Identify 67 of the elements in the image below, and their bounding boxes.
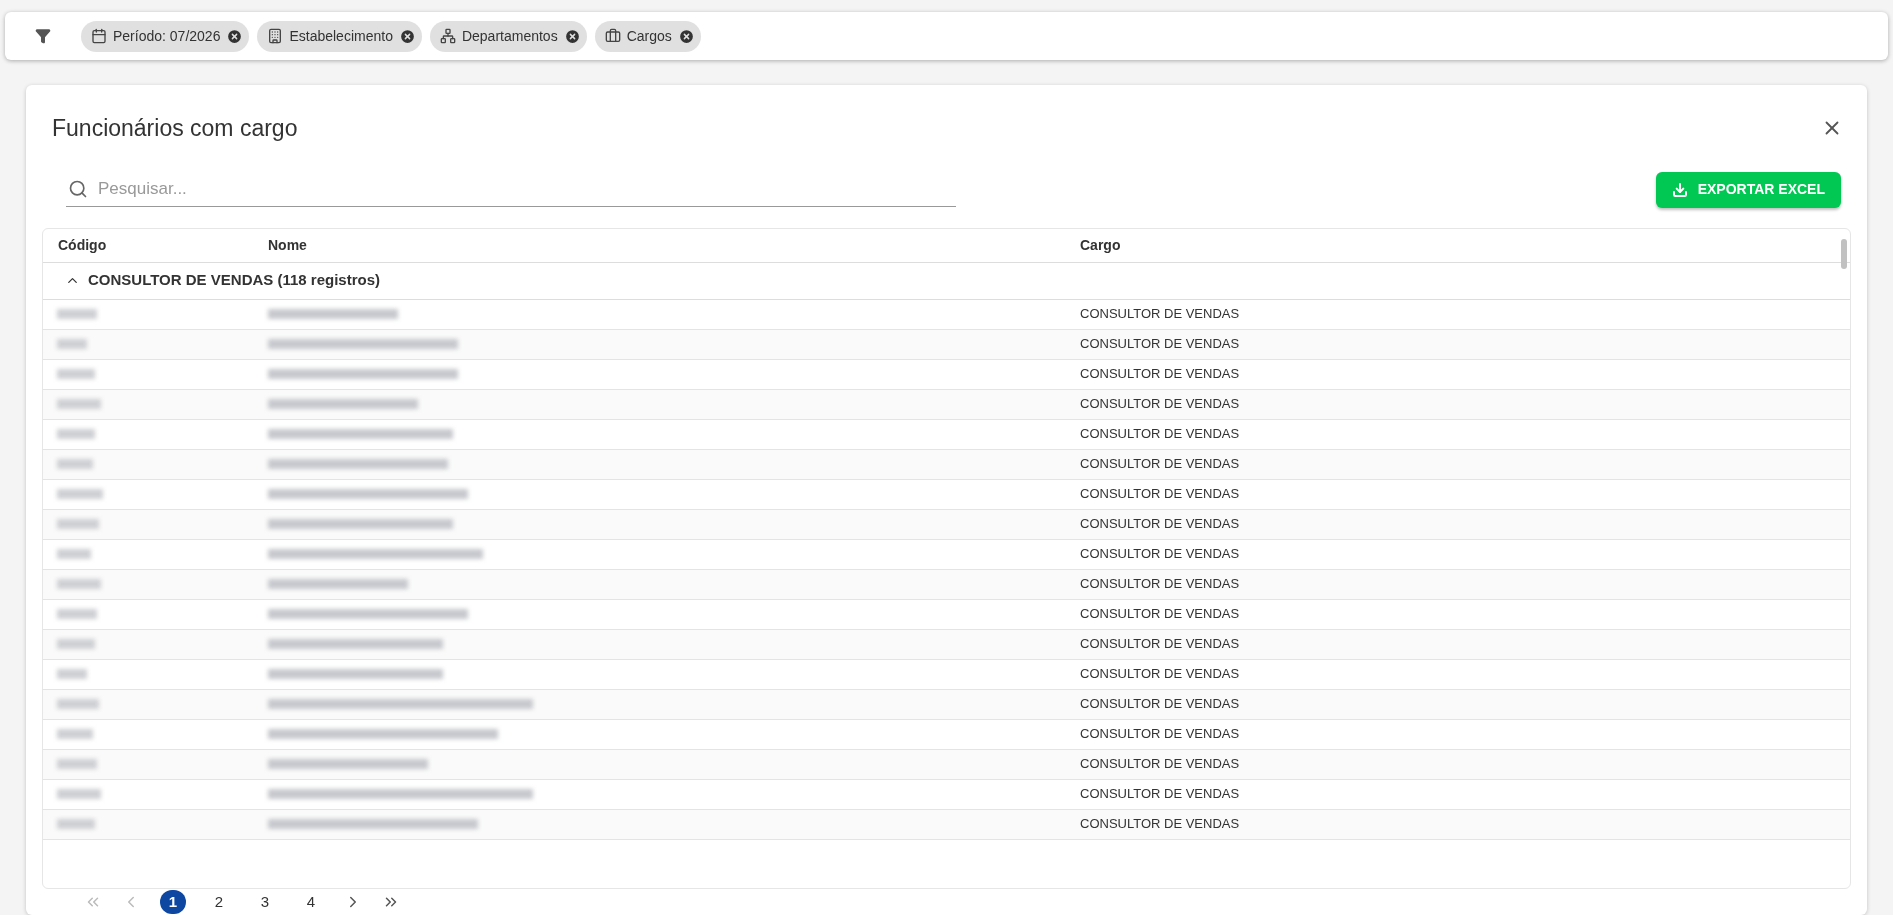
hierarchy-icon	[439, 28, 456, 44]
filter-icon[interactable]	[35, 28, 51, 44]
filter-chip[interactable]: Estabelecimento	[257, 20, 422, 52]
redacted-code	[57, 369, 95, 379]
redacted-code	[57, 339, 87, 349]
search-icon	[68, 179, 88, 199]
redacted-code	[57, 399, 101, 409]
table-cell-text: CONSULTOR DE VENDAS	[1080, 425, 1241, 444]
chip-label: Cargos	[626, 26, 672, 46]
remove-icon[interactable]	[226, 27, 244, 45]
redacted-code	[57, 789, 101, 799]
table-cell-text: CONSULTOR DE VENDAS	[1080, 485, 1241, 504]
table-cell-text: CONSULTOR DE VENDAS	[1080, 395, 1241, 414]
redacted-code	[57, 519, 99, 529]
redacted-code	[57, 459, 93, 469]
briefcase-icon	[604, 28, 621, 44]
table-cell-text: CONSULTOR DE VENDAS	[1080, 305, 1241, 324]
redacted-code	[57, 819, 95, 829]
redacted-code	[57, 669, 87, 679]
table-cell-text: CONSULTOR DE VENDAS	[1080, 665, 1241, 684]
redacted-code	[57, 309, 97, 319]
remove-icon[interactable]	[677, 27, 695, 45]
table-cell-text: CONSULTOR DE VENDAS	[1080, 695, 1241, 714]
scrollbar-thumb[interactable]	[1841, 238, 1847, 269]
remove-icon[interactable]	[398, 27, 416, 45]
building-icon	[267, 28, 284, 44]
column-header: Nome	[268, 235, 308, 255]
page-button[interactable]: 3	[252, 890, 278, 914]
column-header: Código	[57, 235, 108, 255]
filter-chip[interactable]: Cargos	[594, 20, 701, 52]
calendar-icon	[91, 28, 107, 44]
redacted-code	[57, 429, 95, 439]
group-row[interactable]: CONSULTOR DE VENDAS (118 registros)	[43, 262, 1850, 300]
redacted-code	[57, 609, 97, 619]
page-button[interactable]: 4	[298, 890, 324, 914]
redacted-code	[57, 759, 97, 769]
table-cell-text: CONSULTOR DE VENDAS	[1080, 815, 1241, 834]
remove-icon[interactable]	[563, 27, 581, 45]
redacted-code	[57, 579, 101, 589]
page-button[interactable]: 2	[206, 890, 232, 914]
table-cell-text: CONSULTOR DE VENDAS	[1080, 365, 1241, 384]
chip-label: Estabelecimento	[289, 26, 393, 46]
download-icon	[1671, 181, 1688, 198]
column-header: Cargo	[1080, 235, 1122, 255]
table-cell-text: CONSULTOR DE VENDAS	[1080, 545, 1241, 564]
redacted-code	[57, 489, 103, 499]
redacted-code	[57, 699, 99, 709]
table-cell-text: CONSULTOR DE VENDAS	[1080, 635, 1241, 654]
dialog-title: Funcionários com cargo	[52, 114, 298, 143]
table-cell-text: CONSULTOR DE VENDAS	[1080, 725, 1241, 744]
redacted-code	[57, 639, 95, 649]
filter-chip[interactable]: Departamentos	[429, 20, 587, 52]
table-cell-text: CONSULTOR DE VENDAS	[1080, 755, 1241, 774]
table-cell-text: CONSULTOR DE VENDAS	[1080, 455, 1241, 474]
table-cell-text: CONSULTOR DE VENDAS	[1080, 335, 1241, 354]
table-cell-text: CONSULTOR DE VENDAS	[1080, 785, 1241, 804]
page-button[interactable]: 1	[160, 890, 186, 914]
table-cell-text: CONSULTOR DE VENDAS	[1080, 575, 1241, 594]
redacted-code	[57, 729, 93, 739]
redacted-code	[57, 549, 91, 559]
chip-label: Departamentos	[461, 26, 558, 46]
table-cell-text: CONSULTOR DE VENDAS	[1080, 515, 1241, 534]
table-cell-text: CONSULTOR DE VENDAS	[1080, 605, 1241, 624]
search-field[interactable]: Pesquisar...	[98, 176, 954, 202]
chip-label: Período: 07/2026	[113, 26, 221, 46]
filter-chip[interactable]: Período: 07/2026	[81, 20, 250, 52]
group-label: CONSULTOR DE VENDAS (118 registros)	[88, 270, 380, 291]
